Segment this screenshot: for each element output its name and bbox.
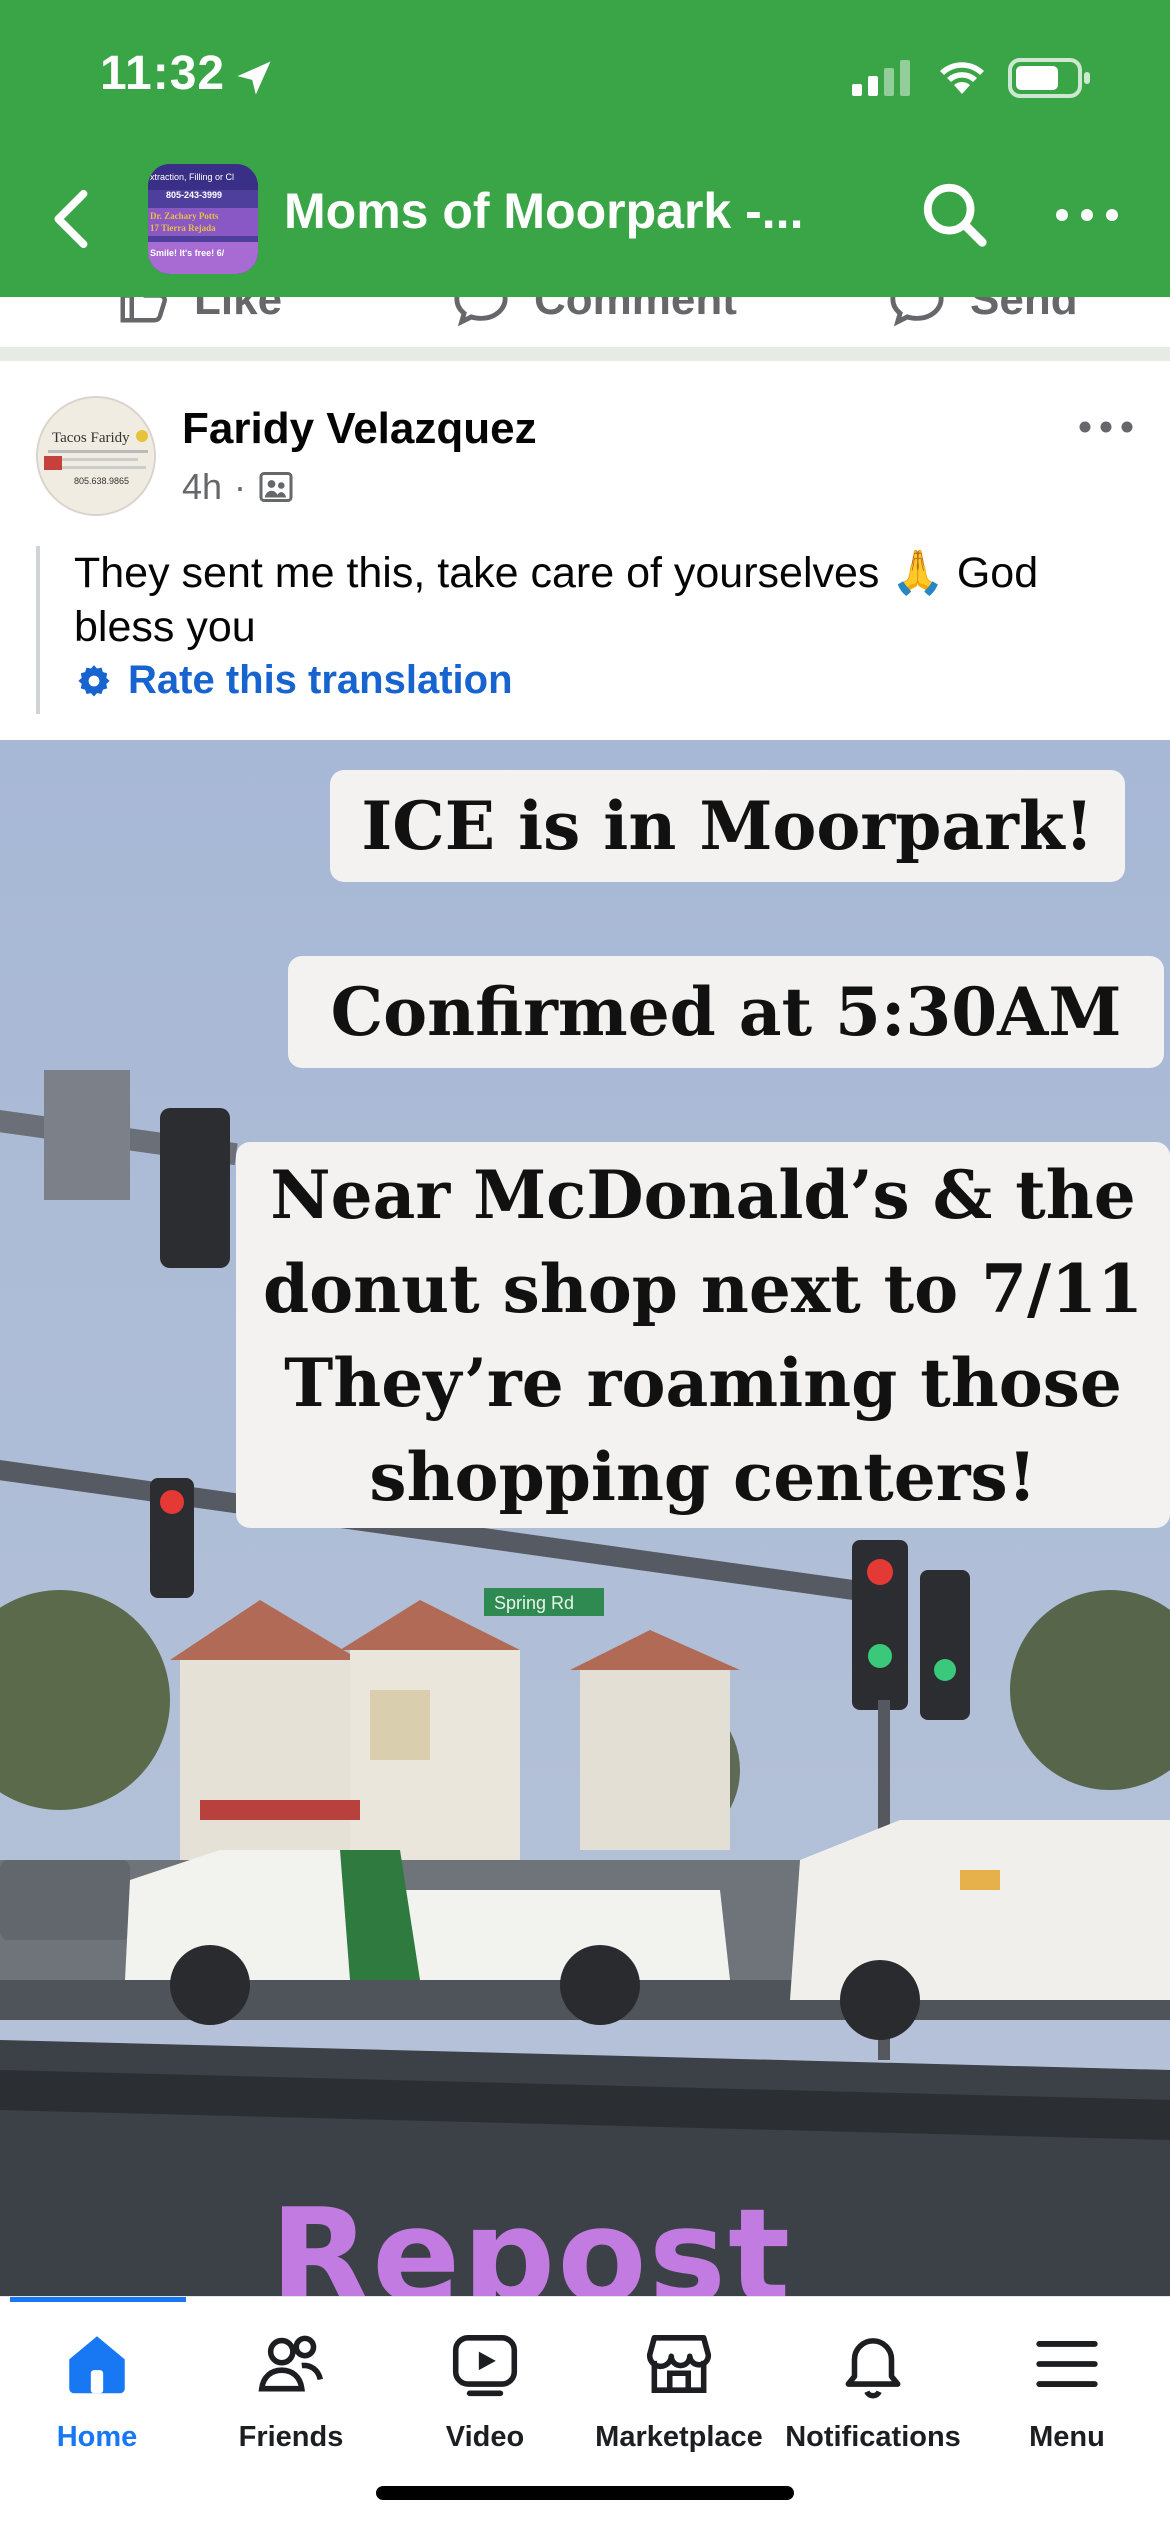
battery-icon — [1008, 58, 1090, 98]
menu-icon — [1036, 2341, 1098, 2387]
more-options-icon[interactable] — [1052, 200, 1122, 230]
friends-icon — [258, 2335, 324, 2392]
send-icon — [890, 297, 944, 327]
send-button[interactable]: Send — [888, 297, 1078, 327]
group-title[interactable]: Moms of Moorpark -... — [284, 182, 803, 240]
avatar-brand: Tacos Faridy — [52, 430, 130, 446]
wifi-icon — [940, 62, 984, 94]
post-image[interactable]: Spring Rd ICE is in Moorpark! Confirmed … — [0, 740, 1170, 2296]
group-thumbnail-image: xtraction, Filling or Cl 805-243-3999 Dr… — [148, 164, 258, 274]
tab-label: Marketplace — [595, 2421, 763, 2453]
image-caption-confirmed: Confirmed at 5:30AM — [288, 956, 1164, 1068]
home-icon — [69, 2336, 125, 2394]
like-label: Like — [194, 297, 283, 324]
active-tab-indicator — [10, 2297, 186, 2302]
tab-marketplace[interactable]: Marketplace — [582, 2327, 776, 2477]
meta-separator: · — [234, 466, 247, 507]
caption-line: They’re roaming those — [284, 1344, 1122, 1422]
comment-label: Comment — [534, 297, 737, 324]
like-icon — [120, 297, 167, 323]
send-label: Send — [970, 297, 1078, 324]
post-meta: 4h · — [182, 466, 294, 508]
app-header: 11:32 xtraction, Filling or Cl 805-243-3… — [0, 0, 1170, 297]
thumb-line1: xtraction, Filling or Cl — [150, 172, 234, 182]
post-more-icon[interactable] — [1078, 416, 1134, 438]
image-caption-location: Near McDonald’s & the donut shop next to… — [236, 1142, 1170, 1528]
post-text: They sent me this, take care of yourselv… — [74, 549, 1039, 651]
feed-divider — [0, 347, 1170, 361]
rate-translation-label: Rate this translation — [128, 658, 513, 702]
image-caption-ice: ICE is in Moorpark! — [330, 770, 1125, 882]
thumb-line4: 17 Tierra Rejada — [150, 223, 216, 233]
tab-friends[interactable]: Friends — [194, 2327, 388, 2477]
repost-overlay-text: Repost — [270, 2180, 793, 2296]
tab-video[interactable]: Video — [388, 2327, 582, 2477]
tab-notifications[interactable]: Notifications — [776, 2327, 970, 2477]
video-icon — [452, 2335, 518, 2397]
comment-icon — [454, 297, 508, 327]
status-bar: 11:32 — [0, 0, 1170, 150]
group-header: xtraction, Filling or Cl 805-243-3999 Dr… — [0, 150, 1170, 297]
location-arrow-icon — [237, 61, 271, 95]
tab-label: Home — [56, 2421, 138, 2453]
bell-icon — [845, 2338, 901, 2399]
thumb-line3: Dr. Zachary Potts — [150, 211, 219, 221]
status-time: 11:32 — [100, 47, 226, 100]
street-sign-text: Spring Rd — [494, 1593, 574, 1613]
thumb-line5: Smile! It's free! 6/ — [150, 248, 225, 258]
tab-label: Video — [445, 2421, 525, 2453]
author-avatar[interactable]: Tacos Faridy 805.638.9865 — [36, 396, 156, 516]
home-indicator — [376, 2486, 794, 2500]
author-avatar-image: Tacos Faridy 805.638.9865 — [38, 398, 154, 514]
comment-button[interactable]: Comment — [452, 297, 737, 327]
caption-line: shopping centers! — [369, 1438, 1037, 1516]
author-name[interactable]: Faridy Velazquez — [182, 404, 537, 454]
group-thumbnail[interactable]: xtraction, Filling or Cl 805-243-3999 Dr… — [148, 164, 258, 274]
thumb-line2: 805-243-3999 — [166, 190, 222, 200]
rate-translation-link[interactable]: Rate this translation — [76, 658, 513, 703]
tab-label: Menu — [1029, 2421, 1105, 2453]
tab-menu[interactable]: Menu — [970, 2327, 1164, 2477]
like-button[interactable]: Like — [116, 297, 282, 327]
tab-home[interactable]: Home — [0, 2327, 194, 2477]
caption-line: Near McDonald’s & the — [270, 1156, 1136, 1234]
search-icon[interactable] — [920, 180, 990, 250]
previous-post-actions: Like Comment Send — [0, 297, 1170, 347]
post-time[interactable]: 4h — [182, 466, 222, 508]
avatar-phone: 805.638.9865 — [74, 476, 129, 486]
caption-line: donut shop next to 7/11 — [262, 1250, 1144, 1328]
post-translation: They sent me this, take care of yourselv… — [36, 546, 1146, 714]
tab-label: Friends — [238, 2421, 344, 2453]
gear-icon — [78, 664, 110, 696]
tab-label: Notifications — [785, 2421, 961, 2453]
cellular-signal-icon — [852, 60, 910, 96]
back-chevron-icon[interactable] — [48, 188, 92, 250]
group-audience-icon — [259, 472, 293, 502]
marketplace-icon — [646, 2335, 712, 2393]
